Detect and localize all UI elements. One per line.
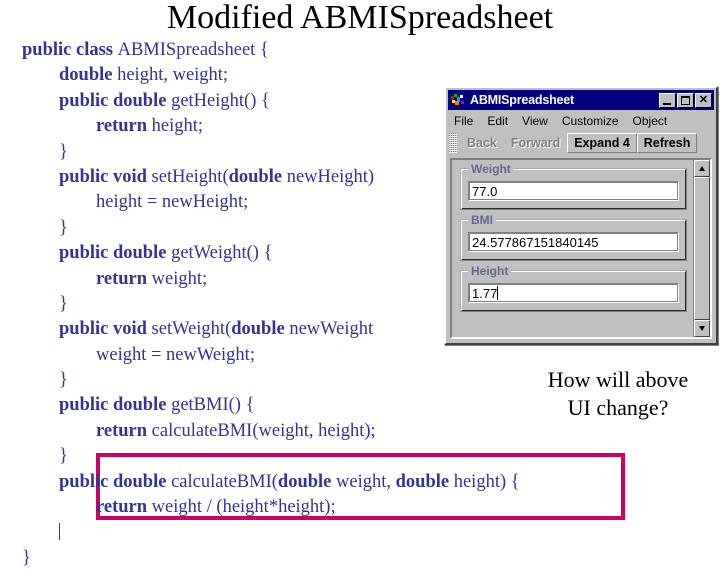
scroll-down-arrow-icon[interactable] [694, 320, 710, 337]
scroll-up-arrow-icon[interactable] [694, 160, 710, 177]
bmi-input[interactable]: 24.577867151840145 [468, 232, 679, 252]
code-keyword: double [277, 471, 337, 492]
code-keyword: public double [59, 471, 172, 492]
code-keyword: return [96, 420, 152, 441]
toolbar-grip-handle[interactable] [449, 133, 457, 153]
question-line-2: UI change? [567, 395, 669, 420]
code-text: setWeight( [151, 319, 232, 340]
code-keyword: public void [59, 319, 152, 340]
question-line-1: How will above [547, 367, 689, 392]
vertical-scrollbar[interactable] [693, 160, 710, 337]
code-keyword: double [395, 471, 454, 492]
code-text: weight; [151, 268, 208, 289]
code-line: weight = newWeight; [22, 343, 682, 368]
window-client-area: Weight 77.0 BMI 24.577867151840145 Height 1.7… [450, 158, 712, 339]
code-text: calculateBMI(weight, height); [151, 420, 376, 441]
code-text: } [59, 370, 68, 391]
field-label-height: Height [468, 264, 512, 278]
code-line: } [22, 546, 682, 571]
text-caret [59, 523, 60, 541]
code-line: } [22, 444, 682, 469]
code-text: height) { [453, 471, 520, 492]
abmispreadsheet-window[interactable]: ABMISpreadsheet ✕ File Edit View Customize O… [444, 86, 718, 345]
app-icon [450, 92, 466, 108]
scrollbar-track[interactable] [694, 177, 710, 320]
code-text: weight, [336, 471, 396, 492]
code-text: setHeight( [151, 166, 229, 187]
toolbar[interactable]: Back Forward Expand 4 Refresh [448, 132, 714, 154]
code-text: getHeight() { [171, 90, 270, 111]
code-text: getWeight() { [171, 243, 273, 264]
toolbar-button-back: Back [467, 136, 497, 150]
code-text: newWeight [289, 319, 374, 340]
code-keyword: return [96, 116, 152, 137]
code-keyword: double [228, 166, 287, 187]
code-text: } [59, 141, 68, 162]
weight-input[interactable]: 77.0 [468, 181, 679, 201]
code-line: return calculateBMI(weight, height); [22, 419, 682, 444]
code-keyword: double [231, 319, 290, 340]
code-text: } [59, 293, 68, 314]
code-text: } [22, 547, 31, 568]
code-text: ABMISpreadsheet { [117, 40, 269, 60]
window-minimize-button[interactable] [659, 92, 676, 108]
code-keyword: double [59, 65, 118, 86]
code-text: } [59, 446, 68, 467]
field-group-weight: Weight 77.0 [460, 162, 687, 210]
menu-item-view[interactable]: View [522, 114, 548, 128]
field-group-height: Height 1.77 [460, 264, 687, 312]
code-text: height = newHeight; [96, 192, 249, 213]
menu-item-file[interactable]: File [454, 114, 473, 128]
toolbar-button-expand-4[interactable]: Expand 4 [567, 133, 637, 153]
code-text: height; [151, 116, 204, 137]
code-keyword: public double [59, 395, 172, 416]
toolbar-button-forward: Forward [510, 136, 561, 150]
form-panel: Weight 77.0 BMI 24.577867151840145 Height 1.7… [452, 160, 693, 337]
window-maximize-button[interactable] [677, 92, 694, 108]
code-text: } [59, 217, 68, 238]
menu-item-edit[interactable]: Edit [487, 114, 508, 128]
field-group-bmi: BMI 24.577867151840145 [460, 213, 687, 261]
field-label-weight: Weight [468, 162, 514, 176]
menu-item-customize[interactable]: Customize [562, 114, 619, 128]
code-text: height, weight; [117, 65, 229, 86]
toolbar-button-refresh[interactable]: Refresh [636, 133, 698, 153]
field-label-bmi: BMI [468, 213, 496, 227]
code-keyword: public double [59, 243, 172, 264]
code-line: public class ABMISpreadsheet { [22, 38, 682, 63]
window-title-bar[interactable]: ABMISpreadsheet ✕ [448, 90, 714, 110]
code-text: weight = newWeight; [96, 344, 255, 365]
text-caret [497, 286, 499, 300]
code-text: newHeight) [286, 166, 375, 187]
code-keyword: return [96, 268, 152, 289]
window-close-button[interactable]: ✕ [695, 92, 712, 108]
scrollbar-thumb[interactable] [694, 177, 710, 320]
code-line: double height, weight; [22, 63, 682, 88]
code-text: weight / (height*height); [151, 497, 336, 518]
code-line [22, 520, 682, 545]
window-title-text: ABMISpreadsheet [470, 93, 574, 107]
code-keyword: public void [59, 166, 152, 187]
page-title: Modified ABMISpreadsheet [166, 0, 554, 36]
code-text: calculateBMI( [171, 471, 278, 492]
code-text: getBMI() { [171, 395, 255, 416]
height-input[interactable]: 1.77 [468, 283, 679, 303]
code-keyword: public class [22, 40, 118, 60]
code-keyword: return [96, 497, 152, 518]
menu-bar[interactable]: File Edit View Customize Object [448, 111, 714, 131]
question-annotation: How will above UI change? [520, 366, 716, 422]
code-keyword: public double [59, 90, 172, 111]
menu-item-object[interactable]: Object [633, 114, 668, 128]
code-line: public double calculateBMI(double weight… [22, 470, 682, 495]
code-line: return weight / (height*height); [22, 495, 682, 520]
